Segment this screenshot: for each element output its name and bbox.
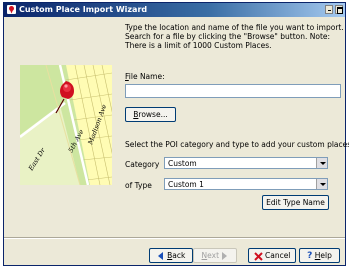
map-illustration: 5th Ave Madison Ave East Dr bbox=[20, 65, 112, 185]
category-select-value: Custom bbox=[168, 159, 197, 168]
type-select[interactable]: Custom 1 bbox=[164, 178, 328, 190]
instructions-line-2: Search for a file by clicking the "Brows… bbox=[125, 32, 331, 41]
category-label: Category bbox=[125, 160, 160, 169]
next-arrow-icon bbox=[222, 252, 228, 260]
cancel-label: Cancel bbox=[264, 251, 291, 260]
chevron-down-icon[interactable] bbox=[316, 179, 327, 189]
instructions-line-3: There is a limit of 1000 Custom Places. bbox=[125, 41, 272, 50]
back-label: ack bbox=[172, 251, 186, 260]
next-button[interactable]: Next bbox=[193, 248, 237, 263]
maximize-button[interactable] bbox=[335, 5, 343, 14]
file-name-label: File Name: bbox=[125, 72, 165, 81]
browse-label: rowse... bbox=[138, 110, 168, 119]
title-bar[interactable]: Custom Place Import Wizard bbox=[4, 3, 345, 17]
file-name-input[interactable] bbox=[125, 84, 341, 98]
cancel-button[interactable]: Cancel bbox=[248, 248, 296, 263]
footer-divider bbox=[4, 237, 345, 239]
edit-type-name-button[interactable]: Edit Type Name bbox=[262, 195, 329, 210]
type-select-value: Custom 1 bbox=[168, 180, 204, 189]
poi-instruction: Select the POI category and type to add … bbox=[125, 140, 349, 149]
help-button[interactable]: ? Help bbox=[299, 248, 340, 263]
help-label: elp bbox=[320, 251, 332, 260]
category-select[interactable]: Custom bbox=[164, 157, 328, 169]
instructions-line-1: Type the location and name of the file y… bbox=[125, 23, 344, 32]
wizard-window: Custom Place Import Wizard 5th Ave Madis… bbox=[3, 2, 349, 266]
next-label: ext bbox=[207, 251, 220, 260]
minimize-button[interactable] bbox=[325, 5, 333, 14]
type-label: of Type bbox=[125, 181, 152, 190]
wizard-app-icon bbox=[7, 5, 16, 14]
back-arrow-icon bbox=[157, 252, 163, 260]
chevron-down-icon[interactable] bbox=[316, 158, 327, 168]
window-title: Custom Place Import Wizard bbox=[19, 5, 148, 14]
instructions-text: Type the location and name of the file y… bbox=[125, 23, 344, 50]
browse-button[interactable]: Browse... bbox=[125, 107, 176, 122]
help-icon: ? bbox=[307, 251, 313, 261]
file-name-label-text: ile Name: bbox=[128, 72, 165, 81]
back-button[interactable]: Back bbox=[149, 248, 193, 263]
close-icon bbox=[253, 251, 263, 261]
